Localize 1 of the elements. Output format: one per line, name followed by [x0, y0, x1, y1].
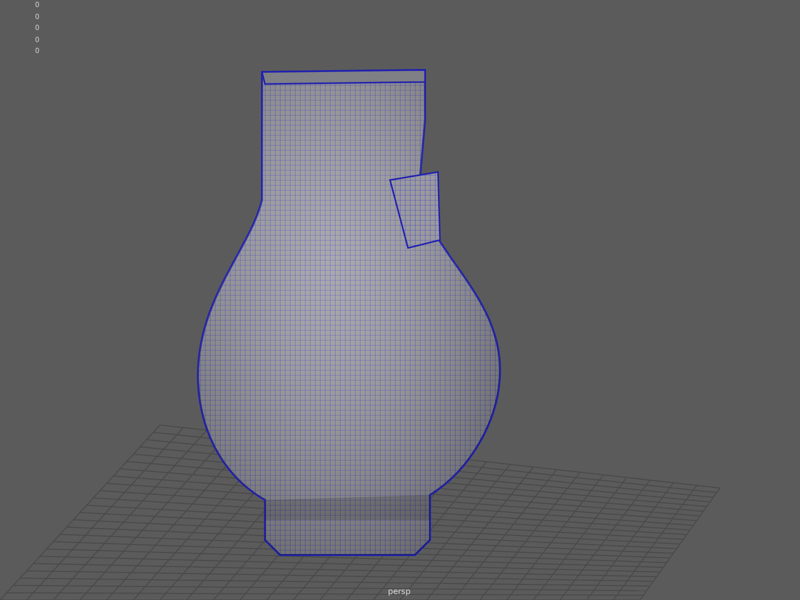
camera-label: persp [388, 587, 411, 596]
